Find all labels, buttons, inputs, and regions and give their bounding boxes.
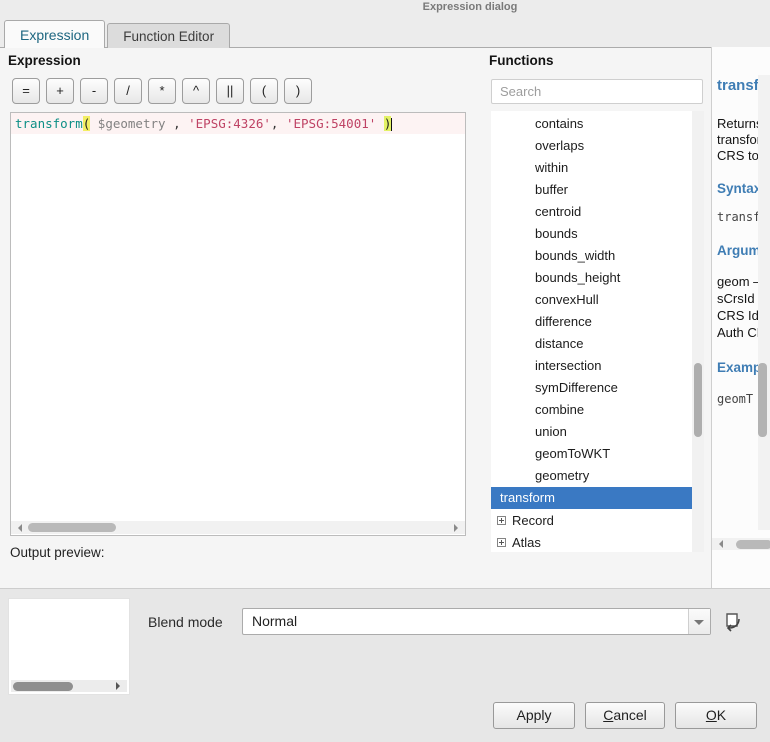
expression-editor[interactable]: transform( $geometry , 'EPSG:4326', 'EPS… [10,112,466,536]
operator-close-paren-button[interactable]: ) [284,78,312,104]
tab-function-editor[interactable]: Function Editor [107,23,230,48]
function-item[interactable]: bounds [491,223,704,245]
function-item[interactable]: geomToWKT [491,443,704,465]
editor-hscroll-thumb[interactable] [28,523,116,532]
operator-minus-button[interactable]: - [80,78,108,104]
function-list-scrollbar[interactable] [692,111,704,552]
editor-horizontal-scrollbar[interactable] [11,521,465,534]
function-item[interactable]: symDifference [491,377,704,399]
expression-heading: Expression [8,53,81,68]
blend-mode-select[interactable]: Normal [242,608,711,635]
functions-search [491,79,703,104]
code-function-token: transform [15,116,83,131]
text-cursor [391,118,392,131]
help-hscroll-thumb[interactable] [736,540,770,549]
code-variable-token: $geometry [90,116,173,131]
dialog-title: Expression dialog [423,1,518,13]
function-group-label: Atlas [512,535,541,550]
cancel-button[interactable]: Cancel [585,702,665,729]
preview-horizontal-scrollbar[interactable] [11,680,127,692]
function-item[interactable]: centroid [491,201,704,223]
scroll-left-icon[interactable] [14,524,22,532]
function-item[interactable]: overlaps [491,135,704,157]
code-string2-token: 'EPSG:54001' [278,116,376,131]
expression-dialog: Expression dialog Expression Function Ed… [0,0,770,742]
functions-heading: Functions [489,53,554,68]
apply-button[interactable]: Apply [493,702,575,729]
function-item[interactable]: difference [491,311,704,333]
help-horizontal-scrollbar[interactable] [712,538,770,550]
tab-expression[interactable]: Expression [4,20,105,48]
function-help-panel: transfo Returns transfor CRS to Syntax t… [711,47,770,588]
function-item-selected[interactable]: transform [491,487,704,509]
code-space-token [376,116,384,131]
help-vertical-scrollbar-thumb[interactable] [758,363,767,437]
function-group-label: Record [512,513,554,528]
code-comma-token: , [173,116,181,131]
expand-plus-icon[interactable] [497,516,506,525]
function-list-scrollbar-thumb[interactable] [694,363,702,437]
operator-divide-button[interactable]: / [114,78,142,104]
function-item[interactable]: convexHull [491,289,704,311]
function-group-record[interactable]: Record [491,509,704,531]
operator-open-paren-button[interactable]: ( [250,78,278,104]
editor-hscroll-track[interactable] [25,521,451,534]
function-item[interactable]: buffer [491,179,704,201]
code-close-paren-token: ) [384,116,392,131]
function-item[interactable]: contains [491,113,704,135]
function-item[interactable]: within [491,157,704,179]
preview-hscroll-thumb[interactable] [13,682,73,691]
function-item[interactable]: geometry [491,465,704,487]
output-preview-label: Output preview: [10,545,105,560]
operator-power-button[interactable]: ^ [182,78,210,104]
operator-plus-button[interactable]: + [46,78,74,104]
operator-toolbar: = + - / * ^ || ( ) [12,78,312,104]
help-hscroll-track[interactable] [726,538,757,550]
function-item[interactable]: bounds_height [491,267,704,289]
chevron-down-icon [694,620,704,630]
scroll-right-icon[interactable] [454,524,462,532]
code-string1-token: 'EPSG:4326' [181,116,271,131]
function-item[interactable]: union [491,421,704,443]
blend-mode-label: Blend mode [148,614,223,630]
data-defined-override-icon [721,610,745,634]
help-vertical-scrollbar[interactable] [758,75,770,530]
layer-preview-box [8,598,130,695]
scroll-left-icon[interactable] [715,540,723,548]
function-item[interactable]: combine [491,399,704,421]
function-group-atlas[interactable]: Atlas [491,531,704,552]
ok-button[interactable]: OK [675,702,757,729]
operator-concat-button[interactable]: || [216,78,244,104]
scroll-right-icon[interactable] [116,682,124,690]
tab-bar: Expression Function Editor [4,20,232,48]
preview-hscroll-track[interactable] [11,680,113,692]
operator-equals-button[interactable]: = [12,78,40,104]
functions-search-input[interactable] [491,79,703,104]
expression-code-line: transform( $geometry , 'EPSG:4326', 'EPS… [11,113,465,134]
function-item[interactable]: intersection [491,355,704,377]
blend-mode-value: Normal [252,609,297,634]
function-list: contains overlaps within buffer centroid… [491,111,704,552]
data-defined-override-button[interactable] [721,610,745,634]
function-item[interactable]: distance [491,333,704,355]
operator-multiply-button[interactable]: * [148,78,176,104]
expand-plus-icon[interactable] [497,538,506,547]
function-item[interactable]: bounds_width [491,245,704,267]
